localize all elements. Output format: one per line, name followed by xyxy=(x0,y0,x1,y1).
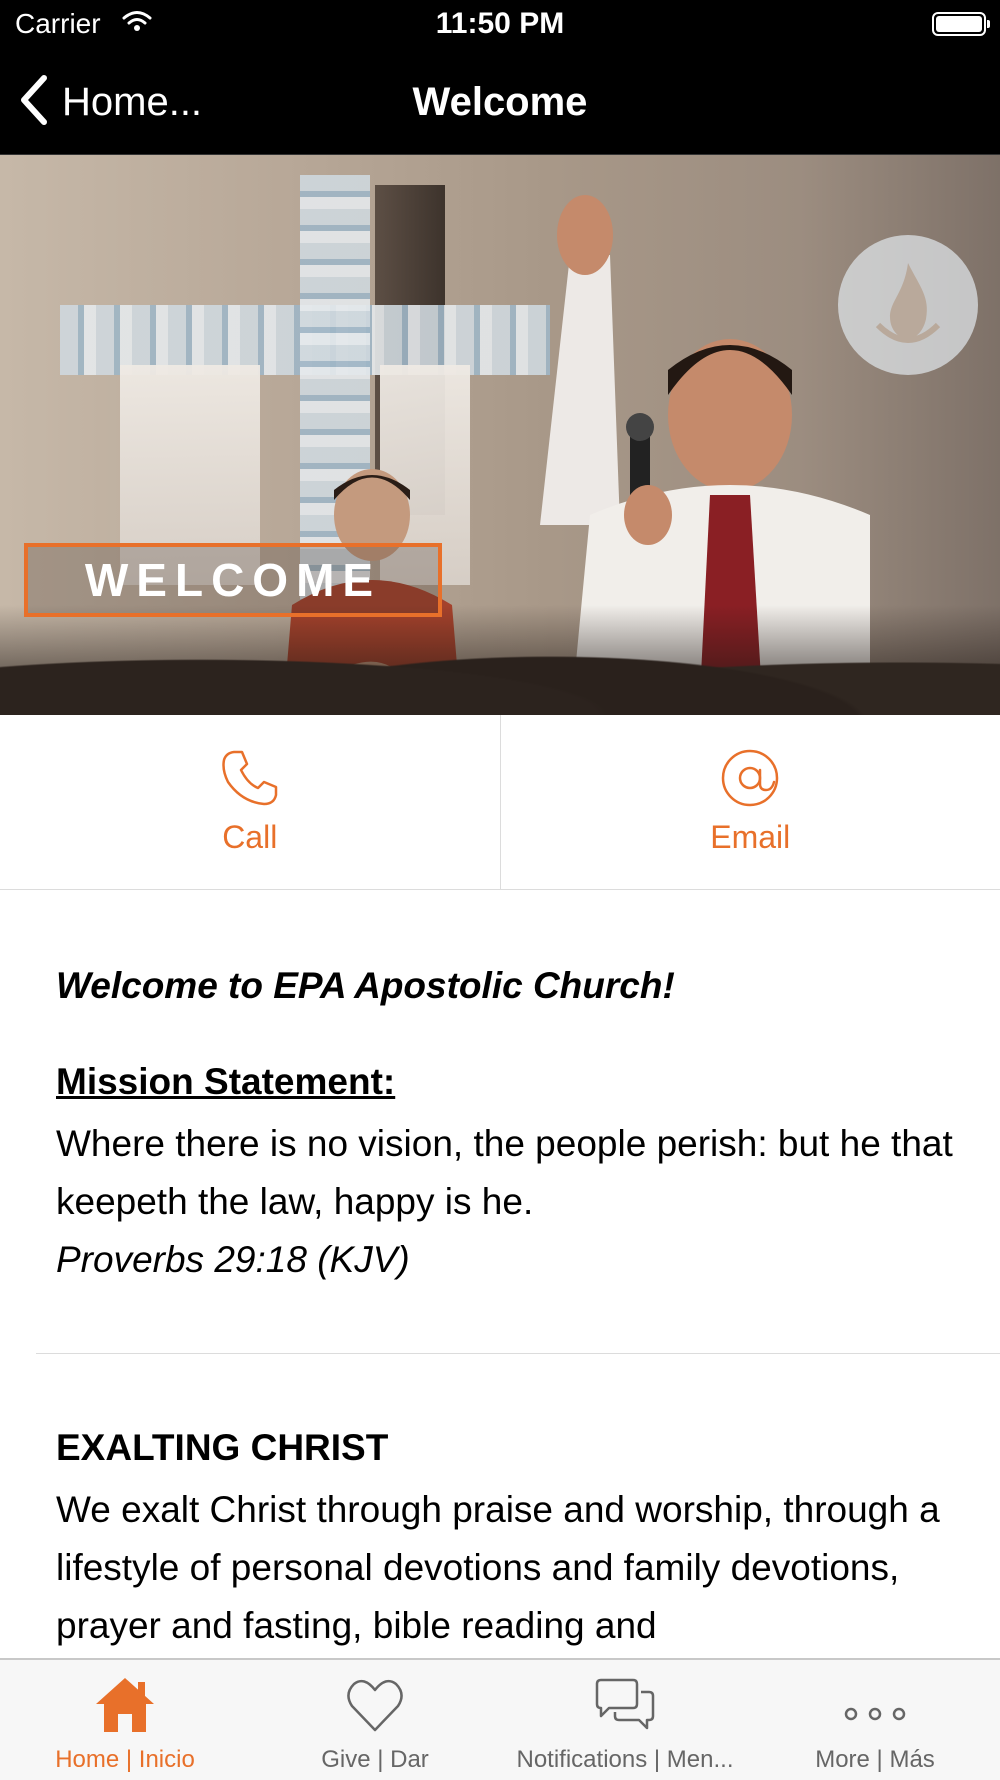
email-button-label: Email xyxy=(710,819,790,856)
section-heading: EXALTING CHRIST xyxy=(56,1427,388,1469)
page-title: Welcome xyxy=(0,80,1000,125)
status-bar: Carrier 11:50 PM xyxy=(0,0,1000,50)
tab-bar: Home | Inicio Give | Dar Notifications |… xyxy=(0,1658,1000,1780)
chat-bubbles-icon xyxy=(593,1660,657,1734)
mission-statement-text: Where there is no vision, the people per… xyxy=(56,1115,956,1231)
tab-home[interactable]: Home | Inicio xyxy=(0,1660,250,1780)
home-icon xyxy=(94,1660,156,1734)
tab-more-label: More | Más xyxy=(815,1746,935,1774)
call-button[interactable]: Call xyxy=(0,715,500,889)
heart-icon xyxy=(346,1660,404,1734)
status-time: 11:50 PM xyxy=(0,7,1000,41)
tab-notifications-label: Notifications | Men... xyxy=(517,1746,734,1774)
content-divider xyxy=(36,1353,1000,1354)
battery-icon xyxy=(932,12,986,36)
tab-give-label: Give | Dar xyxy=(321,1746,429,1774)
navigation-bar: Home... Welcome xyxy=(0,50,1000,155)
tab-notifications[interactable]: Notifications | Men... xyxy=(500,1660,750,1780)
more-dots-icon xyxy=(843,1660,907,1734)
contact-actions: Call Email xyxy=(0,715,1000,890)
tab-home-label: Home | Inicio xyxy=(55,1746,195,1774)
intro-heading: Welcome to EPA Apostolic Church! xyxy=(56,965,675,1007)
scripture-reference: Proverbs 29:18 (KJV) xyxy=(56,1231,410,1289)
phone-icon xyxy=(220,748,280,813)
call-button-label: Call xyxy=(222,819,277,856)
tab-give[interactable]: Give | Dar xyxy=(250,1660,500,1780)
hero-image: WELCOME xyxy=(0,155,1000,715)
email-button[interactable]: Email xyxy=(500,715,1000,889)
tab-more[interactable]: More | Más xyxy=(750,1660,1000,1780)
mission-statement-heading: Mission Statement: xyxy=(56,1061,395,1103)
at-sign-icon xyxy=(720,748,780,813)
section-text: We exalt Christ through praise and worsh… xyxy=(56,1481,956,1655)
welcome-banner: WELCOME xyxy=(24,543,442,617)
